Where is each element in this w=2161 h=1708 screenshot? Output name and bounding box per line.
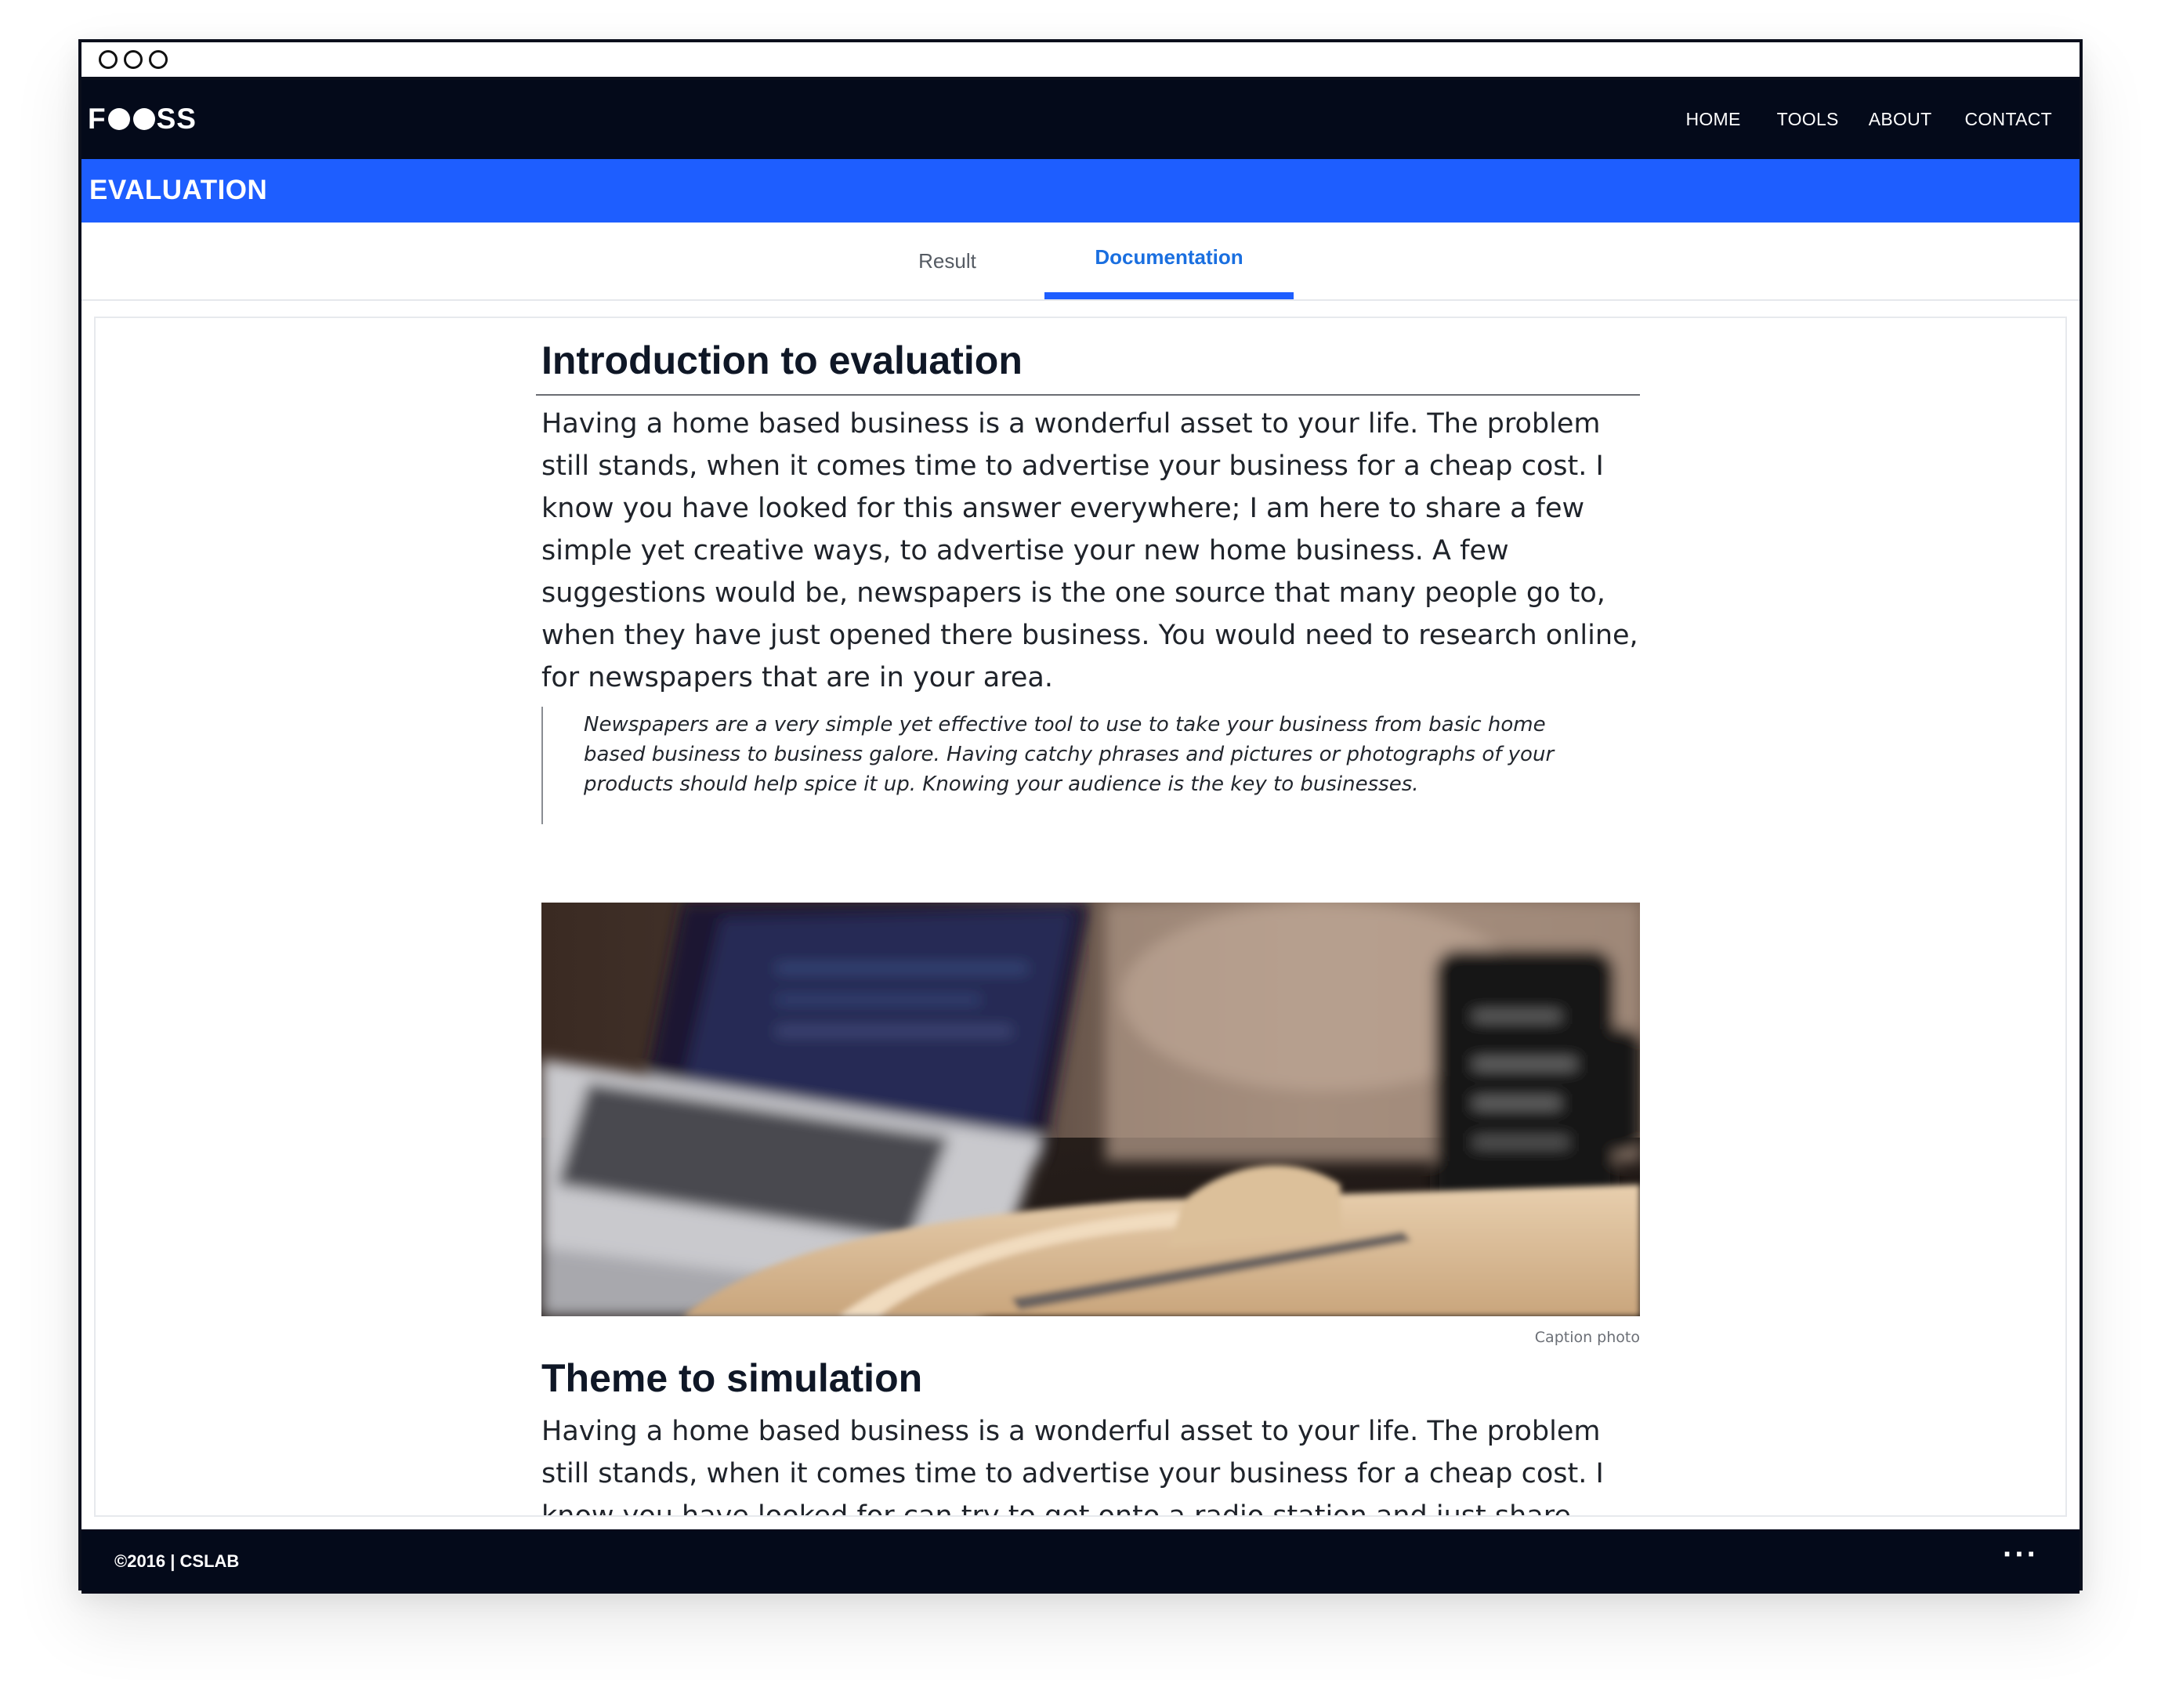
logo-text-start: F xyxy=(88,103,107,135)
heading-divider xyxy=(536,394,1640,396)
footer-copyright: ©2016 | CSLAB xyxy=(114,1551,240,1571)
tab-result[interactable]: Result xyxy=(865,223,1030,299)
more-options-icon[interactable]: ··· xyxy=(2003,1537,2039,1572)
blockquote-text: Newspapers are a very simple yet effecti… xyxy=(584,713,1555,796)
nav-link-contact[interactable]: CONTACT xyxy=(1964,109,2052,130)
nav-link-about[interactable]: ABOUT xyxy=(1869,109,1932,130)
intro-heading: Introduction to evaluation xyxy=(541,338,1023,382)
tab-bar: Result Documentation xyxy=(81,223,2080,301)
logo-text-end: SS xyxy=(156,103,197,135)
laptop-notebook-photo xyxy=(541,903,1640,1316)
page-footer: ©2016 | CSLAB ··· xyxy=(81,1529,2080,1594)
section-banner: EVALUATION xyxy=(81,159,2080,223)
photo-caption: Caption photo xyxy=(1534,1329,1640,1346)
window-close-control[interactable] xyxy=(99,50,118,69)
foss-logo[interactable]: F SS xyxy=(88,99,197,139)
tab-documentation[interactable]: Documentation xyxy=(1044,223,1294,299)
intro-paragraph: Having a home based business is a wonder… xyxy=(541,408,1638,693)
nav-link-home[interactable]: HOME xyxy=(1685,109,1740,130)
logo-dot-icon xyxy=(107,108,130,130)
window-maximize-control[interactable] xyxy=(149,50,168,69)
window-titlebar xyxy=(81,42,2080,80)
documentation-panel: Introduction to evaluation Having a home… xyxy=(94,317,2067,1517)
theme-paragraph: Having a home based business is a wonder… xyxy=(541,1416,1604,1517)
theme-heading: Theme to simulation xyxy=(541,1356,923,1400)
nav-link-tools[interactable]: TOOLS xyxy=(1777,109,1839,130)
blockquote: Newspapers are a very simple yet effecti… xyxy=(541,707,1642,824)
logo-dot-icon xyxy=(132,108,155,130)
window-minimize-control[interactable] xyxy=(124,50,143,69)
browser-window: F SS HOME TOOLS ABOUT CONTACT EVALUATION… xyxy=(78,39,2083,1594)
top-navbar: F SS HOME TOOLS ABOUT CONTACT xyxy=(81,80,2080,159)
nav-links: HOME TOOLS ABOUT CONTACT xyxy=(1649,80,2052,159)
page-title: EVALUATION xyxy=(89,175,268,205)
article-photo xyxy=(541,903,1640,1316)
